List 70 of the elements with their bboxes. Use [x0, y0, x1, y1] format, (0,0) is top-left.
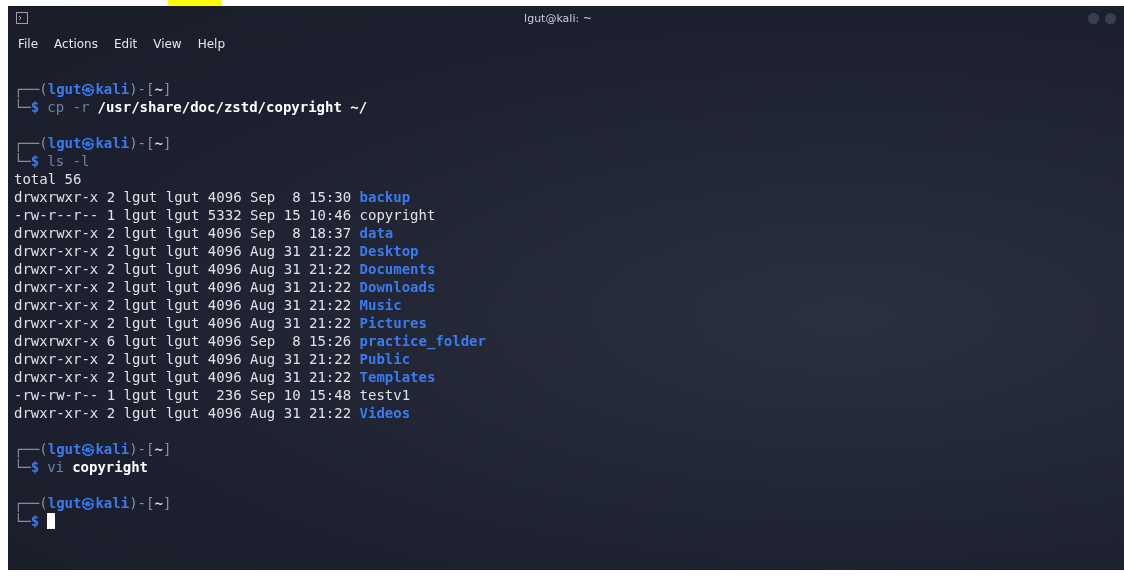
listing-text: drwxrwxr-x 2 lgut lgut 4096 Sep 8 15:30 [14, 188, 352, 206]
directory-name: Downloads [359, 278, 436, 296]
directory-name: Music [359, 296, 402, 314]
listing-text: -rw-r--r-- 1 lgut lgut 5332 Sep 15 10:46 [14, 206, 352, 224]
menu-item[interactable]: View [153, 37, 182, 51]
prompt-directory: ~ [154, 80, 163, 98]
maximize-button[interactable] [1105, 12, 1116, 24]
prompt-frame: )-[ [129, 440, 155, 458]
prompt-sigil: $ [30, 153, 40, 170]
prompt-frame: ┌──( [14, 494, 48, 512]
listing-text: drwxr-xr-x 2 lgut lgut 4096 Aug 31 21:22 [14, 314, 352, 332]
directory-name: Videos [359, 404, 411, 422]
prompt-frame: )-[ [129, 494, 155, 512]
directory-name: Public [359, 350, 411, 368]
prompt-frame: ] [162, 494, 172, 512]
prompt-directory: ~ [154, 440, 163, 458]
prompt-sigil: $ [30, 99, 40, 116]
prompt-frame: └─ [14, 458, 31, 476]
prompt-frame: )-[ [129, 134, 155, 152]
prompt-user-host: lgut㉿kali [47, 440, 130, 457]
window-title: lgut@kali: ~ [523, 11, 593, 25]
directory-name: data [359, 224, 394, 242]
command-text: vi [47, 458, 65, 476]
command-argument: /usr/share/doc/zstd/copyright ~/ [97, 98, 368, 116]
directory-name: Documents [359, 260, 436, 278]
listing-text: drwxr-xr-x 2 lgut lgut 4096 Aug 31 21:22 [14, 296, 352, 314]
prompt-frame: ] [162, 80, 172, 98]
listing-text: drwxr-xr-x 2 lgut lgut 4096 Aug 31 21:22 [14, 242, 352, 260]
prompt-frame: ┌──( [14, 80, 48, 98]
prompt-frame: └─ [14, 98, 31, 116]
directory-name: Pictures [359, 314, 427, 332]
listing-text: drwxr-xr-x 2 lgut lgut 4096 Aug 31 21:22 [14, 404, 352, 422]
command-text: ls -l [47, 152, 90, 170]
prompt-frame: ┌──( [14, 440, 48, 458]
listing-text: drwxr-xr-x 2 lgut lgut 4096 Aug 31 21:22 [14, 278, 352, 296]
command-text: cp -r [47, 98, 90, 116]
prompt-user-host: lgut㉿kali [47, 80, 130, 97]
menu-item[interactable]: Help [197, 37, 226, 51]
prompt-frame: )-[ [129, 80, 155, 98]
directory-name: practice_folder [359, 332, 486, 350]
listing-text: drwxr-xr-x 2 lgut lgut 4096 Aug 31 21:22 [14, 350, 352, 368]
prompt-directory: ~ [154, 494, 163, 512]
directory-name: backup [359, 188, 411, 206]
prompt-frame: └─ [14, 152, 31, 170]
directory-name: Templates [359, 368, 436, 386]
minimize-button[interactable] [1088, 12, 1099, 24]
listing-text: total 56 [14, 170, 82, 188]
terminal-icon [16, 12, 28, 24]
prompt-frame: ┌──( [14, 134, 48, 152]
highlight-mark [168, 0, 222, 6]
prompt-frame: ] [162, 440, 172, 458]
prompt-user-host: lgut㉿kali [47, 134, 130, 151]
prompt-sigil: $ [30, 513, 40, 530]
file-name: copyright [359, 206, 436, 224]
listing-text: drwxr-xr-x 2 lgut lgut 4096 Aug 31 21:22 [14, 260, 352, 278]
listing-text: -rw-rw-r-- 1 lgut lgut 236 Sep 10 15:48 [14, 386, 352, 404]
menu-item[interactable]: Edit [113, 37, 138, 51]
directory-name: Desktop [359, 242, 419, 260]
command-argument: copyright [72, 458, 148, 476]
listing-text: drwxrwxr-x 6 lgut lgut 4096 Sep 8 15:26 [14, 332, 352, 350]
prompt-frame: ] [162, 134, 172, 152]
prompt-user-host: lgut㉿kali [47, 494, 130, 511]
listing-text: drwxrwxr-x 2 lgut lgut 4096 Sep 8 18:37 [14, 224, 352, 242]
menu-item[interactable]: File [18, 37, 39, 51]
prompt-frame: └─ [14, 512, 31, 530]
prompt-sigil: $ [30, 459, 40, 476]
menu-item[interactable]: Actions [54, 37, 98, 51]
listing-text: drwxr-xr-x 2 lgut lgut 4096 Aug 31 21:22 [14, 368, 352, 386]
file-name: testv1 [359, 386, 411, 404]
prompt-directory: ~ [154, 134, 163, 152]
